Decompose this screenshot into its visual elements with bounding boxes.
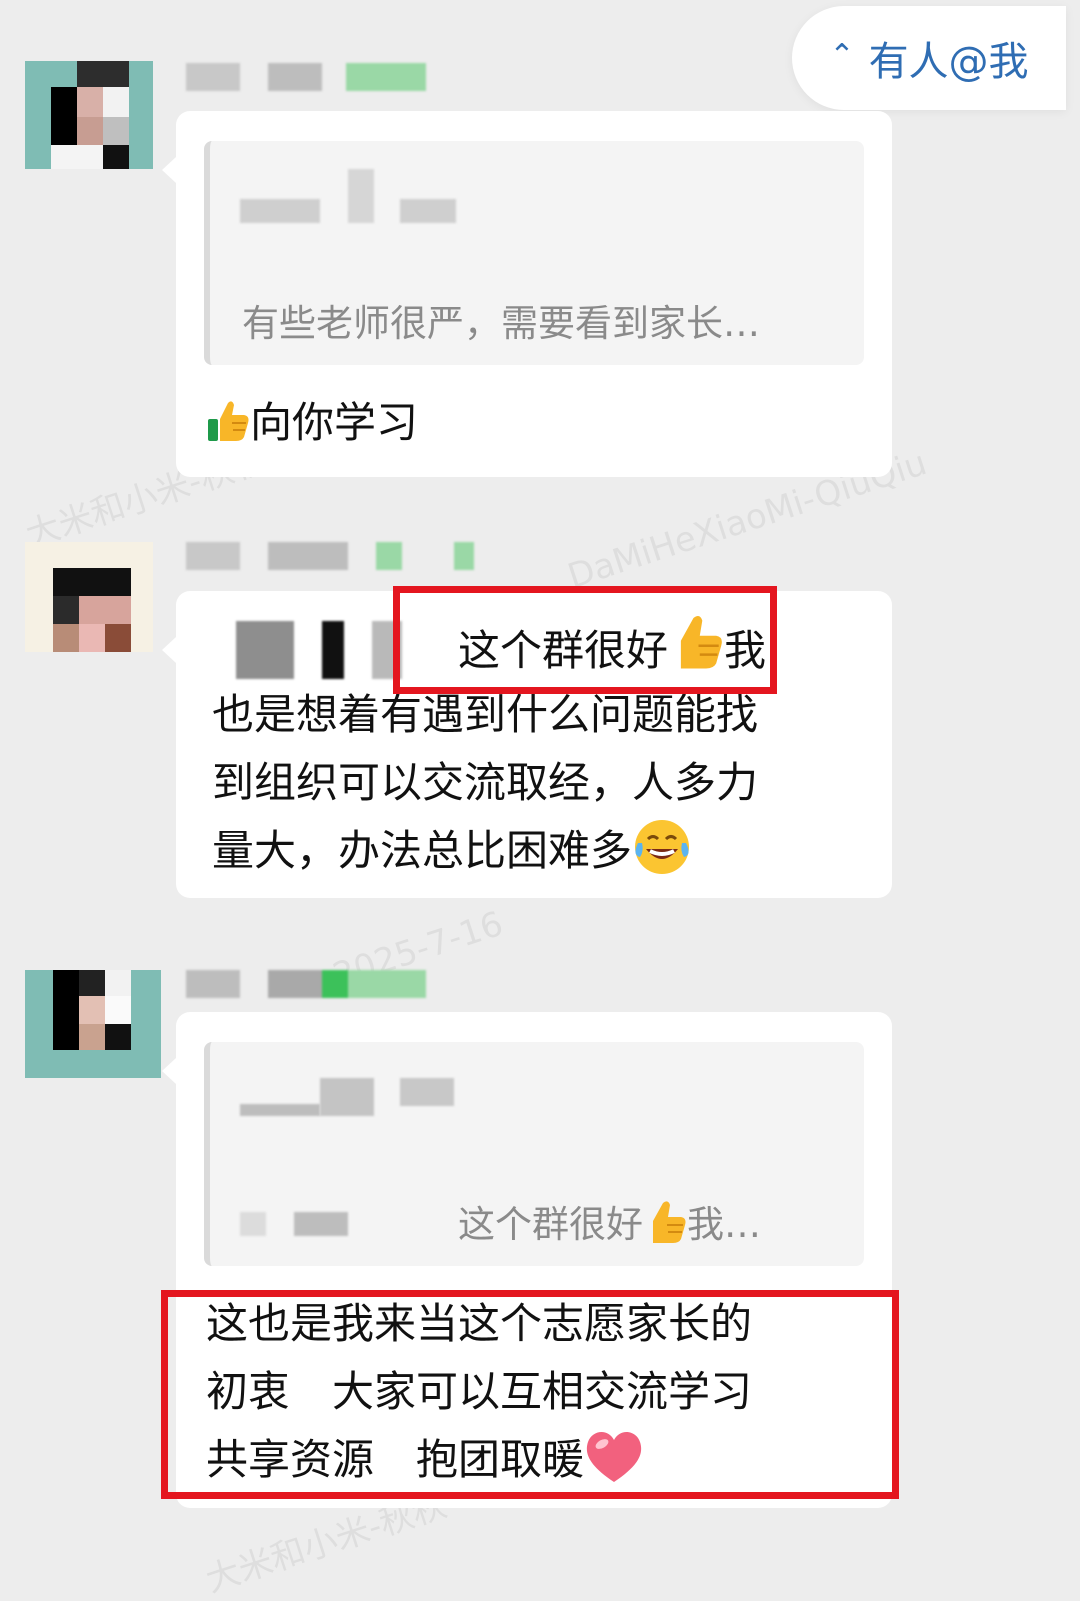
message-bubble[interactable]: 有些老师很严，需要看到家长… 向你学习 (162, 111, 892, 477)
avatar[interactable] (25, 542, 153, 652)
thumbs-up-icon (208, 401, 249, 441)
message-text: 向你学习 (206, 389, 418, 457)
sender-name (186, 63, 426, 91)
quoted-message[interactable]: 有些老师很严，需要看到家长… (204, 141, 864, 365)
mention-label: 有人@我 (868, 39, 1029, 85)
quote-preview-text: 有些老师很严，需要看到家长… (242, 302, 760, 345)
laughing-crying-icon (635, 820, 690, 874)
message-text: 到组织可以交流取经，人多力 (212, 758, 759, 807)
sender-name (186, 542, 476, 570)
avatar[interactable] (25, 61, 153, 169)
mention-jump-button[interactable]: ⌃ 有人@我 (792, 6, 1066, 110)
thumbs-up-icon (653, 1201, 686, 1243)
highlight-box (161, 1290, 899, 1499)
sender-name (186, 970, 426, 998)
double-chevron-up-icon: ⌃ (829, 38, 855, 73)
avatar[interactable] (25, 970, 161, 1078)
quote-preview-text: 这个群很好 我… (458, 1194, 761, 1248)
highlight-box (393, 586, 777, 694)
quoted-message[interactable]: 这个群很好 我… (204, 1042, 864, 1266)
message-text: 量大，办法总比困难多 (212, 817, 692, 885)
